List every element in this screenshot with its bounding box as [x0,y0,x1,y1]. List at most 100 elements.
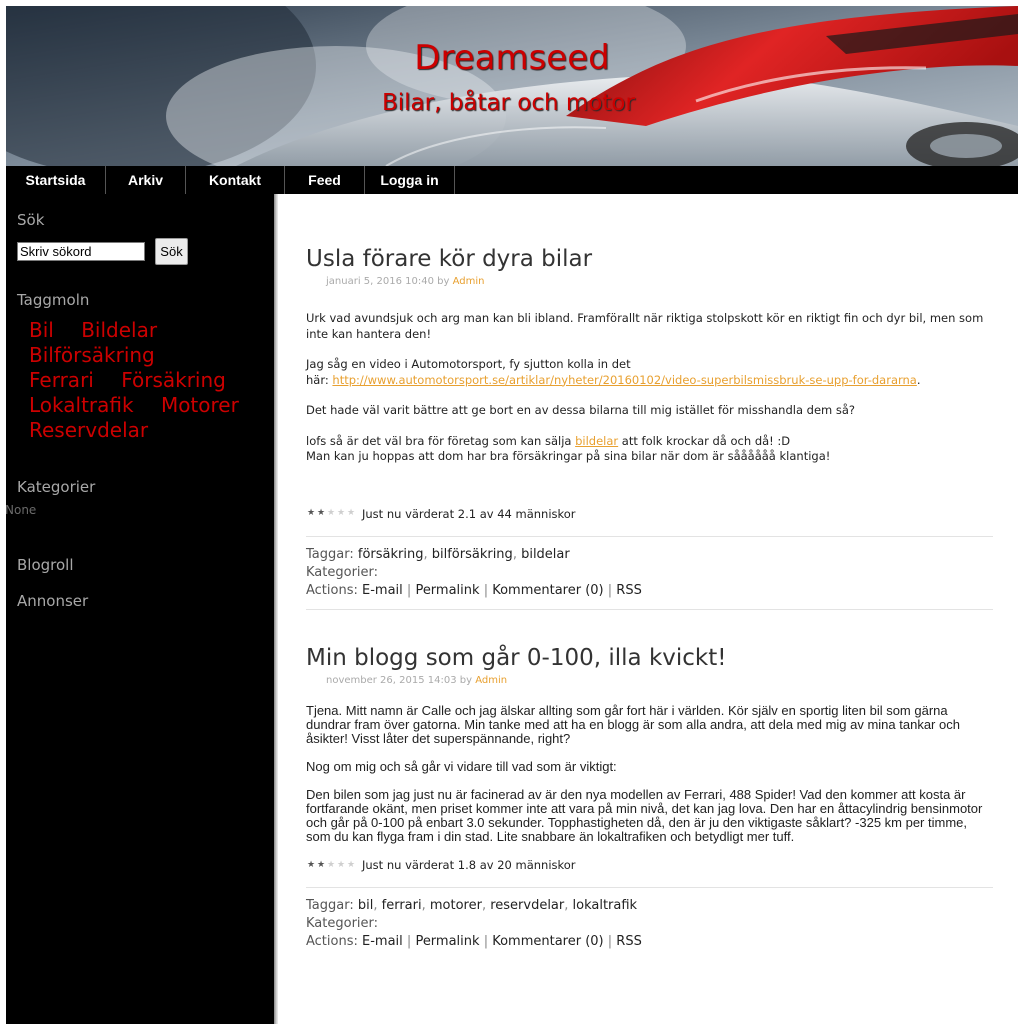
post-meta: januari 5, 2016 10:40 by Admin [326,276,993,287]
post-paragraph: Nog om mig och så går vi vidare till vad… [306,759,617,774]
permalink-link[interactable]: Permalink [415,934,479,949]
post-rating: ★ ★ ★ ★ ★ Just nu värderat 1.8 av 20 män… [306,858,993,872]
search-input[interactable] [17,242,145,261]
post-rating: ★ ★ ★ ★ ★ Just nu värderat 2.1 av 44 män… [306,507,993,521]
post-actions: Actions: E-mail | Permalink | Kommentare… [306,582,642,598]
blogroll-heading: Blogroll [17,556,74,574]
header-car-art [6,6,1018,166]
page-frame: Dreamseed Bilar, båtar och motor Startsi… [5,6,1018,1024]
automotorsport-link[interactable]: http://www.automotorsport.se/artiklar/ny… [332,373,916,387]
post-paragraph: lofs så är det väl bra för företag som k… [306,434,993,465]
categories-heading: Kategorier [17,478,96,496]
rss-link[interactable]: RSS [616,583,642,598]
post-author-link[interactable]: Admin [475,675,507,686]
nav-kontakt[interactable]: Kontakt [186,166,285,194]
tag-cloud: Bil Bildelar Bilförsäkring Ferrari Försä… [29,318,261,443]
post-paragraph: Den bilen som jag just nu är facinerad a… [306,787,983,844]
divider [306,608,993,610]
post-paragraph: Urk vad avundsjuk och arg man kan bli ib… [306,311,984,341]
post-tags: Taggar: bil, ferrari, motorer, reservdel… [306,898,638,913]
nav-feed[interactable]: Feed [285,166,365,194]
post-by: by [459,675,473,686]
email-link[interactable]: E-mail [362,583,403,598]
star-icon[interactable]: ★ [326,509,336,518]
tag-link-motorer[interactable]: Motorer [161,393,239,417]
post-date: januari 5, 2016 10:40 [326,276,434,287]
star-icon[interactable]: ★ [336,509,346,518]
rss-link[interactable]: RSS [616,934,642,949]
permalink-link[interactable]: Permalink [415,583,479,598]
post-text: Jag såg en video i Automotorsport, fy sj… [306,357,631,371]
post-footer: Taggar: försäkring, bilförsäkring, bilde… [306,546,993,600]
site-header: Dreamseed Bilar, båtar och motor [6,6,1018,166]
rating-stars[interactable]: ★ ★ ★ ★ ★ [306,509,356,518]
tag-link-lokaltrafik[interactable]: Lokaltrafik [29,393,134,417]
tag-link-bil[interactable]: Bil [29,318,54,342]
rating-text: Just nu värderat 1.8 av 20 människor [362,858,576,872]
tag-link[interactable]: bil [358,898,373,913]
post-author-link[interactable]: Admin [453,276,485,287]
star-icon[interactable]: ★ [316,860,326,870]
star-icon[interactable]: ★ [306,860,316,870]
star-icon[interactable]: ★ [316,509,326,518]
star-icon[interactable]: ★ [346,860,356,870]
email-link[interactable]: E-mail [362,934,403,949]
post-actions: Actions: E-mail | Permalink | Kommentare… [306,934,642,949]
tagcloud-heading: Taggmoln [17,291,90,309]
bildelar-link[interactable]: bildelar [575,434,618,448]
site-title[interactable]: Dreamseed [6,38,1018,78]
ads-heading: Annonser [17,592,89,610]
post-categories: Kategorier: [306,916,379,931]
actions-label: Actions: [306,934,358,949]
main-content: Usla förare kör dyra bilar januari 5, 20… [278,194,1018,1024]
divider [306,887,993,888]
site-tagline: Bilar, båtar och motor [382,90,635,116]
tag-link[interactable]: försäkring [358,547,424,562]
tags-label: Taggar: [306,898,354,913]
post-tags: Taggar: försäkring, bilförsäkring, bilde… [306,546,570,562]
post-title[interactable]: Usla förare kör dyra bilar [306,246,993,272]
post-meta: november 26, 2015 14:03 by Admin [326,675,993,686]
tag-link[interactable]: ferrari [382,898,422,913]
tag-link-forsakring[interactable]: Försäkring [121,368,226,392]
post-text: Man kan ju hoppas att dom har bra försäk… [306,449,831,463]
tag-link-reservdelar[interactable]: Reservdelar [29,418,148,442]
post-paragraph: Det hade väl varit bättre att ge bort en… [306,403,856,417]
tags-label: Taggar: [306,546,354,562]
tag-link[interactable]: motorer [430,898,482,913]
tag-link-bilforsakring[interactable]: Bilförsäkring [29,343,155,367]
tag-link[interactable]: reservdelar [490,898,564,913]
post-text: att folk krockar då och då! :D [618,433,791,448]
tag-link-bildelar[interactable]: Bildelar [81,318,157,342]
tag-link[interactable]: bilförsäkring [432,547,513,562]
nav-logga-in[interactable]: Logga in [365,166,455,194]
rating-stars[interactable]: ★ ★ ★ ★ ★ [306,860,356,870]
star-icon[interactable]: ★ [336,860,346,870]
post-text: lofs så är det väl bra för företag som k… [306,433,576,448]
post-date: november 26, 2015 14:03 [326,675,457,686]
post-body: Tjena. Mitt namn är Calle och jag älskar… [306,704,993,844]
blog-post: Min blogg som går 0-100, illa kvickt! no… [306,645,993,951]
comments-link[interactable]: Kommentarer (0) [492,934,603,949]
nav-arkiv[interactable]: Arkiv [106,166,186,194]
tag-link-ferrari[interactable]: Ferrari [29,368,94,392]
rating-text: Just nu värderat 2.1 av 44 människor [362,506,576,521]
star-icon[interactable]: ★ [306,509,316,518]
post-text: . [916,372,921,387]
post-footer: Taggar: bil, ferrari, motorer, reservdel… [306,897,993,951]
categories-empty: None [5,503,37,517]
post-paragraph: Tjena. Mitt namn är Calle och jag älskar… [306,703,960,746]
comments-link[interactable]: Kommentarer (0) [492,583,603,598]
tag-link[interactable]: bildelar [521,547,570,562]
post-title[interactable]: Min blogg som går 0-100, illa kvickt! [306,645,993,671]
blog-post: Usla förare kör dyra bilar januari 5, 20… [306,246,993,610]
main-navigation: Startsida Arkiv Kontakt Feed Logga in [6,166,1018,194]
star-icon[interactable]: ★ [326,860,336,870]
star-icon[interactable]: ★ [346,509,356,518]
nav-startsida[interactable]: Startsida [6,166,106,194]
tag-link[interactable]: lokaltrafik [573,898,638,913]
post-by: by [437,276,450,287]
post-paragraph: Jag såg en video i Automotorsport, fy sj… [306,357,993,388]
search-heading: Sök [17,211,45,229]
search-button[interactable]: Sök [155,238,188,265]
